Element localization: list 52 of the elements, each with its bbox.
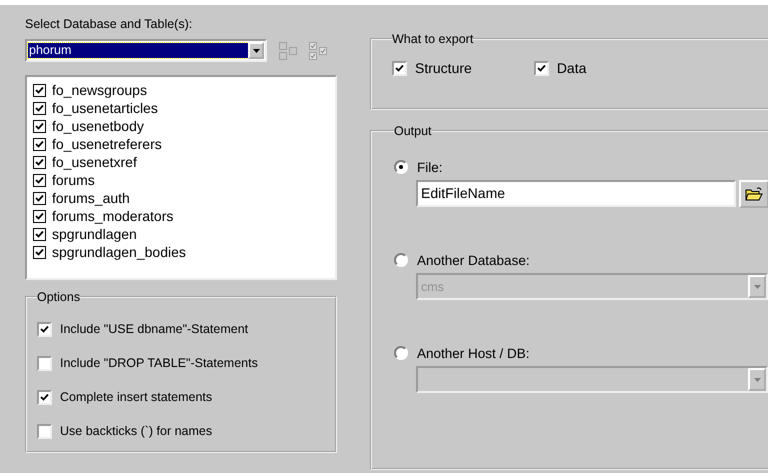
table-name: fo_usenetxref (52, 154, 137, 170)
table-checkbox[interactable] (33, 192, 46, 204)
table-name: fo_usenetarticles (52, 100, 158, 116)
table-checkbox[interactable] (33, 210, 46, 222)
check-icon (395, 64, 404, 72)
table-checkbox[interactable] (33, 156, 46, 168)
caret-icon (754, 378, 760, 382)
table-checkbox[interactable] (33, 174, 46, 186)
table-name: fo_usenetreferers (52, 136, 162, 152)
browse-button[interactable] (739, 180, 768, 208)
caret-icon (252, 48, 260, 52)
option-label: Complete insert statements (60, 390, 212, 404)
caret-icon (754, 284, 760, 288)
folder-icon (745, 186, 763, 202)
table-checkbox[interactable] (33, 102, 46, 114)
table-checkbox[interactable] (33, 138, 46, 150)
table-checkbox[interactable] (33, 246, 46, 258)
export-checkbox[interactable] (534, 60, 549, 76)
option-checkbox[interactable] (37, 322, 52, 336)
select-all-icon[interactable] (309, 42, 327, 60)
output-option-label: Another Host / DB: (417, 346, 530, 360)
table-name: forums_auth (52, 190, 130, 206)
radio-button[interactable] (394, 160, 408, 174)
check-icon (40, 392, 49, 402)
table-name: spgrundlagen_bodies (52, 244, 186, 260)
output-option-label: Another Database: (417, 252, 530, 268)
check-icon (536, 64, 546, 72)
group-title: Options (37, 290, 80, 304)
table-name: forums (52, 172, 95, 188)
table-name: fo_usenetbody (52, 118, 144, 134)
export-label: Structure (415, 60, 472, 76)
option-checkbox[interactable] (37, 356, 52, 370)
option-checkbox[interactable] (37, 390, 52, 404)
option-label: Include "DROP TABLE"-Statements (60, 356, 258, 370)
option-label: Include "USE dbname"-Statement (60, 322, 248, 336)
export-checkbox[interactable] (392, 60, 407, 76)
database-dropdown[interactable]: phorum (25, 39, 267, 62)
option-label: Use backticks (`) for names (60, 424, 212, 438)
check-icon (40, 324, 49, 334)
file-name-field[interactable]: EditFileName (416, 180, 736, 207)
table-name: forums_moderators (52, 208, 174, 224)
table-name: fo_newsgroups (52, 82, 147, 98)
table-checkbox[interactable] (33, 84, 46, 96)
table-name: spgrundlagen (52, 226, 137, 242)
group-title: Output (394, 124, 432, 138)
table-checkbox[interactable] (33, 228, 46, 240)
database-label: Select Database and Table(s): (25, 16, 194, 32)
export-label: Data (556, 60, 586, 76)
table-checkbox[interactable] (33, 120, 46, 132)
output-option-label: File: (417, 160, 443, 174)
option-checkbox[interactable] (37, 424, 52, 438)
group-title: What to export (392, 32, 474, 46)
